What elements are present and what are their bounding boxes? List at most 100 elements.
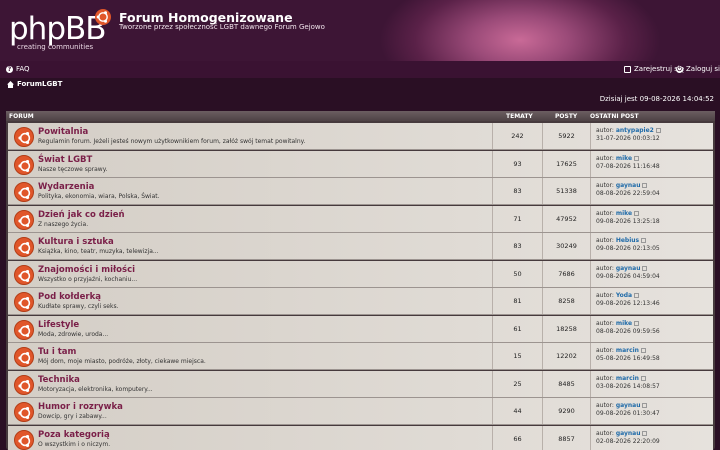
posts-count: 8258 [542, 288, 590, 314]
forum-title-link[interactable]: Znajomości i miłości [38, 265, 135, 275]
author-prefix: autor: [596, 182, 614, 189]
forum-row[interactable]: Dzień jak co dzień Z naszego życia. 71 4… [8, 205, 713, 233]
forum-description: Z naszego życia. [38, 220, 89, 228]
topics-count: 71 [492, 205, 542, 232]
goto-post-icon[interactable] [641, 238, 647, 243]
last-post-author[interactable]: Yoda [616, 292, 632, 299]
breadcrumb-home[interactable]: ForumLGBT [17, 80, 62, 88]
forum-icon [14, 402, 34, 422]
forum-title-link[interactable]: Świat LGBT [38, 155, 92, 165]
last-post-author[interactable]: gaynau [616, 430, 641, 437]
last-post-date: 31-07-2026 00:03:12 [596, 135, 660, 142]
last-post: autor: gaynau 09-08-2026 01:30:47 [590, 398, 713, 424]
forum-title-link[interactable]: Kultura i sztuka [38, 237, 114, 247]
goto-post-icon[interactable] [634, 210, 640, 216]
forum-description: Motoryzacja, elektronika, komputery... [38, 385, 153, 393]
posts-count: 18258 [542, 315, 590, 342]
last-post-date: 08-08-2026 09:59:56 [596, 327, 660, 335]
forum-title-link[interactable]: Technika [38, 375, 80, 385]
forum-row[interactable]: Kultura i sztuka Książka, kino, teatr, m… [8, 233, 713, 260]
goto-post-icon[interactable] [640, 375, 646, 381]
login-label: Zaloguj się [686, 65, 720, 73]
forum-title-link[interactable]: Wydarzenia [38, 182, 94, 192]
last-post-date: 02-08-2026 22:20:09 [596, 437, 660, 445]
goto-post-icon[interactable] [642, 403, 648, 408]
goto-post-icon[interactable] [642, 430, 648, 436]
goto-post-icon[interactable] [642, 265, 648, 271]
forum-icon [14, 429, 34, 450]
last-post-author[interactable]: mike [616, 155, 632, 162]
home-icon [7, 80, 14, 88]
forum-description: Nasze tęczowe sprawy. [38, 165, 108, 173]
forum-icon [14, 182, 34, 202]
last-post: autor: Yoda 09-08-2026 12:13:46 [590, 288, 713, 314]
goto-post-icon[interactable] [655, 128, 661, 133]
topics-count: 83 [492, 233, 542, 259]
author-prefix: autor: [596, 347, 614, 354]
forum-title-link[interactable]: Tu i tam [38, 347, 76, 357]
topics-count: 242 [492, 123, 542, 149]
last-post-author[interactable]: mike [616, 210, 632, 217]
header-last-post: OSTATNI POST [590, 113, 639, 120]
goto-post-icon[interactable] [640, 348, 646, 353]
forum-title-link[interactable]: Dzień jak co dzień [38, 210, 125, 220]
forum-description: Kudłate sprawy, czyli seks. [38, 303, 119, 310]
posts-count: 5922 [542, 123, 590, 149]
forum-row[interactable]: Humor i rozrywka Dowcip, gry i zabawy...… [8, 398, 713, 425]
current-datetime: Dzisiaj jest 09-08-2026 14:04:52 [599, 95, 714, 103]
forum-title-link[interactable]: Pod kołderką [38, 292, 101, 302]
forum-row[interactable]: Znajomości i miłości Wszystko o przyjaźn… [8, 260, 713, 288]
forum-row[interactable]: Tu i tam Mój dom, moje miasto, podróże, … [8, 343, 713, 370]
last-post: autor: marcin 03-08-2026 14:08:57 [590, 370, 713, 397]
forum-icon [14, 319, 34, 340]
forum-icon [14, 237, 34, 257]
author-prefix: autor: [596, 264, 614, 272]
author-prefix: autor: [596, 209, 614, 217]
last-post-author[interactable]: mike [616, 320, 632, 327]
goto-post-icon[interactable] [634, 155, 640, 161]
forum-title-link[interactable]: Lifestyle [38, 320, 79, 330]
goto-post-icon[interactable] [634, 320, 640, 326]
topics-count: 81 [492, 288, 542, 314]
forum-row[interactable]: Świat LGBT Nasze tęczowe sprawy. 93 1762… [8, 150, 713, 178]
last-post-author[interactable]: gaynau [616, 182, 641, 189]
last-post-author[interactable]: gaynau [616, 402, 641, 409]
forum-row[interactable]: Technika Motoryzacja, elektronika, kompu… [8, 370, 713, 398]
forum-row[interactable]: Pod kołderką Kudłate sprawy, czyli seks.… [8, 288, 713, 315]
forum-row[interactable]: Poza kategorią O wszystkim i o niczym. 6… [8, 425, 713, 450]
topics-count: 15 [492, 343, 542, 369]
login-link[interactable]: ⏻ Zaloguj się [676, 65, 720, 73]
topics-count: 50 [492, 260, 542, 287]
author-prefix: autor: [596, 374, 614, 382]
topics-count: 25 [492, 370, 542, 397]
goto-post-icon[interactable] [642, 183, 648, 188]
power-icon: ⏻ [676, 65, 683, 73]
table-header: FORUM TEMATY POSTY OSTATNI POST [6, 111, 715, 121]
forum-icon [14, 292, 34, 312]
last-post-author[interactable]: Hebius [616, 237, 639, 244]
forum-row[interactable]: Lifestyle Moda, zdrowie, uroda... 61 182… [8, 315, 713, 343]
breadcrumb[interactable]: ForumLGBT [7, 80, 62, 88]
author-prefix: autor: [596, 319, 614, 327]
last-post-author[interactable]: gaynau [616, 265, 641, 272]
last-post: autor: gaynau 08-08-2026 22:59:04 [590, 178, 713, 204]
forum-title-link[interactable]: Humor i rozrywka [38, 402, 123, 412]
author-prefix: autor: [596, 429, 614, 437]
last-post-author[interactable]: antypapie2 [616, 127, 654, 134]
logo-tagline: creating communities [17, 43, 94, 51]
faq-link[interactable]: ? FAQ [6, 65, 30, 73]
forum-title-link[interactable]: Poza kategorią [38, 430, 110, 440]
forum-icon [14, 347, 34, 367]
last-post-author[interactable]: marcin [616, 375, 639, 382]
last-post: autor: mike 07-08-2026 11:16:48 [590, 150, 713, 177]
forum-row[interactable]: Wydarzenia Polityka, ekonomia, wiara, Po… [8, 178, 713, 205]
forum-row[interactable]: Powitalnia Regulamin forum. Jeżeli jeste… [8, 123, 713, 150]
posts-count: 9290 [542, 398, 590, 424]
last-post-date: 09-08-2026 01:30:47 [596, 410, 660, 417]
last-post-date: 09-08-2026 13:25:18 [596, 217, 660, 225]
forum-title-link[interactable]: Powitalnia [38, 127, 88, 137]
last-post-author[interactable]: marcin [616, 347, 639, 354]
forum-description: Dowcip, gry i zabawy... [38, 413, 107, 420]
goto-post-icon[interactable] [634, 293, 640, 298]
forum-icon [14, 209, 34, 230]
